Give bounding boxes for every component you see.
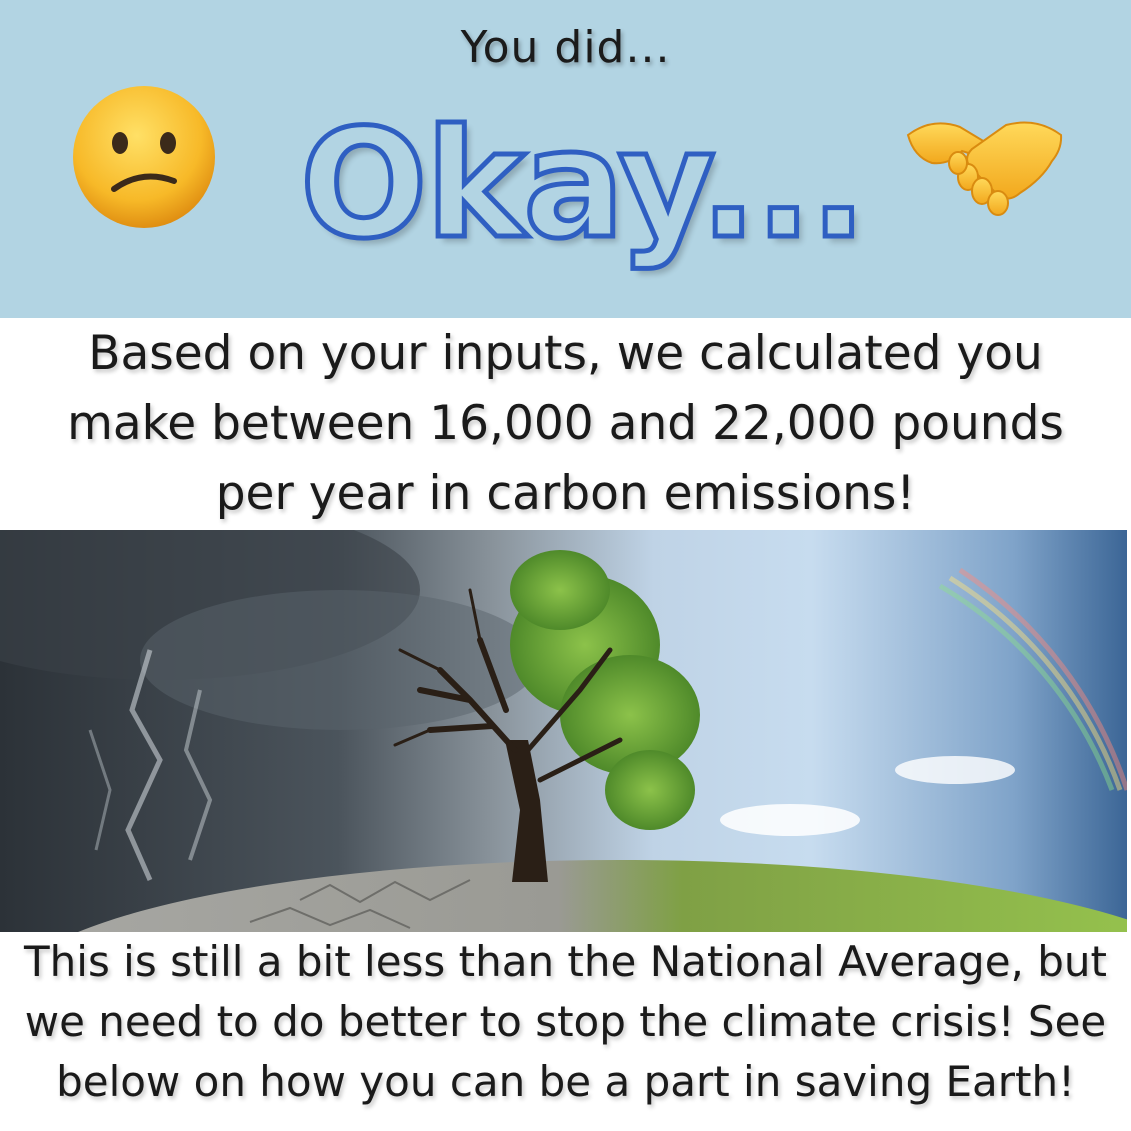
result-summary: Based on your inputs, we calculated you …: [0, 318, 1131, 530]
climate-contrast-tree-icon: [0, 530, 1127, 932]
headline: Okay...: [298, 98, 870, 273]
climate-contrast-image: [0, 530, 1127, 932]
footer-text: This is still a bit less than the Nation…: [24, 937, 1107, 1106]
result-text: Based on your inputs, we calculated you …: [67, 326, 1064, 521]
subtitle: You did...: [460, 22, 671, 73]
footer-message: This is still a bit less than the Nation…: [0, 932, 1131, 1131]
header-panel: You did... Okay...: [0, 0, 1131, 318]
confused-face-icon: [73, 86, 215, 228]
handshake-icon: [906, 121, 1063, 216]
